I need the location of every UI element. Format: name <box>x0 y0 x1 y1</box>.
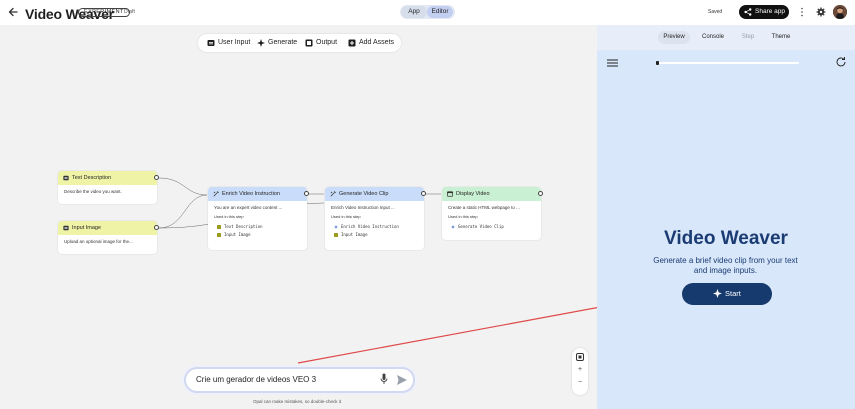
input-chip: Input Image <box>208 231 307 239</box>
node-description: Describe the video you want. <box>64 189 122 194</box>
text-description-node[interactable]: Text Description Describe the video you … <box>58 171 159 204</box>
input-chip: Enrich Video Instruction <box>325 223 424 231</box>
output-port[interactable] <box>538 191 543 196</box>
input-icon <box>63 175 69 181</box>
node-header: Enrich Video Instruction <box>208 187 307 201</box>
input-chip: Generate Video Clip <box>442 223 541 231</box>
output-port[interactable] <box>154 175 159 180</box>
node-description: You are an expert video content ... <box>214 205 283 210</box>
progress-indicator <box>656 61 659 65</box>
add-assets-label: Add Assets <box>359 39 395 46</box>
flow-canvas[interactable]: User Input Generate Output Add Assets Te… <box>0 25 597 409</box>
input-icon <box>217 233 221 237</box>
app-mode-button[interactable]: App <box>401 6 427 18</box>
input-image-node[interactable]: Input Image Upload an optional image for… <box>58 221 159 254</box>
sparkle-icon <box>257 39 265 47</box>
output-port[interactable] <box>154 225 159 230</box>
progress-bar <box>656 61 799 65</box>
input-chip: Input Image <box>325 231 424 239</box>
microphone-icon[interactable] <box>380 373 388 385</box>
menu-icon[interactable] <box>607 59 618 67</box>
node-description: Upload an optional image for the... <box>64 239 133 244</box>
node-title: Text Description <box>72 175 112 181</box>
input-icon <box>207 40 215 46</box>
input-icon <box>334 233 338 237</box>
node-title: Display Video <box>456 191 490 197</box>
enrich-video-instruction-node[interactable]: Enrich Video Instruction You are an expe… <box>208 187 309 250</box>
node-header: Input Image <box>58 221 157 235</box>
share-label: Share app <box>755 8 785 15</box>
mode-switch: App Editor <box>400 5 455 19</box>
node-header: Display Video <box>442 187 541 201</box>
zoom-out-button[interactable]: − <box>572 379 588 386</box>
add-assets-button[interactable]: Add Assets <box>348 34 394 52</box>
sparkle-pen-icon <box>213 191 219 197</box>
app-subtitle: Generate a brief video clip from your te… <box>653 256 798 275</box>
sparkle-icon <box>451 225 455 229</box>
saved-status: Saved <box>708 9 723 15</box>
editor-mode-button[interactable]: Editor <box>427 6 453 18</box>
sparkle-pen-icon <box>330 191 336 197</box>
disclaimer-text: Opal can make mistakes, so double-check … <box>253 399 342 404</box>
tab-step[interactable]: Step <box>734 31 762 44</box>
node-toolbar: User Input Generate Output Add Assets <box>198 34 401 52</box>
prompt-input[interactable]: Crie um gerador de videos VEO 3 <box>184 367 415 393</box>
generate-button[interactable]: Generate <box>257 34 297 52</box>
settings-gear-icon[interactable] <box>816 7 826 17</box>
output-port[interactable] <box>304 191 309 196</box>
input-icon <box>217 225 221 229</box>
node-description: Enrich Video Instruction Input ... <box>331 205 395 210</box>
generate-video-clip-node[interactable]: Generate Video Clip Enrich Video Instruc… <box>325 187 426 250</box>
more-options-icon[interactable] <box>799 7 805 17</box>
app-heading: Video Weaver <box>664 228 788 249</box>
fit-view-icon[interactable] <box>576 353 584 361</box>
start-button[interactable]: Start <box>682 283 772 305</box>
share-icon <box>744 8 752 16</box>
top-bar: Video Weaver EXPERIMENT Draft App Editor… <box>0 0 855 25</box>
output-icon <box>305 39 313 47</box>
send-icon[interactable] <box>396 374 408 386</box>
display-video-node[interactable]: Display Video Create a static HTML webpa… <box>442 187 543 240</box>
start-label: Start <box>725 289 741 298</box>
zoom-in-button[interactable]: + <box>572 366 588 373</box>
sparkle-icon <box>713 289 722 298</box>
annotation-arrow <box>297 307 597 364</box>
experiment-badge: EXPERIMENT <box>78 8 130 17</box>
app-preview: Video Weaver Generate a brief video clip… <box>597 50 855 409</box>
display-icon <box>447 191 453 197</box>
tab-preview[interactable]: Preview <box>658 31 690 44</box>
user-input-button[interactable]: User Input <box>207 34 250 52</box>
add-assets-icon <box>348 39 356 47</box>
prompt-text[interactable]: Crie um gerador de videos VEO 3 <box>196 375 316 384</box>
output-port[interactable] <box>421 191 426 196</box>
share-app-button[interactable]: Share app <box>739 5 789 19</box>
zoom-controls: + − <box>572 348 588 395</box>
node-title: Input Image <box>72 225 102 231</box>
refresh-icon[interactable] <box>835 56 847 68</box>
tab-theme[interactable]: Theme <box>765 31 797 44</box>
generate-label: Generate <box>268 39 298 46</box>
node-header: Text Description <box>58 171 157 185</box>
preview-panel: Preview Console Step Theme Video Weaver … <box>597 25 855 409</box>
user-input-label: User Input <box>218 39 251 46</box>
user-avatar[interactable] <box>833 5 847 19</box>
output-button[interactable]: Output <box>305 34 337 52</box>
node-description: Create a static HTML webpage to ... <box>448 205 520 210</box>
node-title: Generate Video Clip <box>339 191 389 197</box>
input-icon <box>63 225 69 231</box>
tab-console[interactable]: Console <box>697 31 729 44</box>
back-arrow-icon[interactable] <box>7 6 19 18</box>
node-title: Enrich Video Instruction <box>222 191 280 197</box>
sparkle-icon <box>334 225 338 229</box>
output-label: Output <box>316 39 338 46</box>
node-header: Generate Video Clip <box>325 187 424 201</box>
input-chip: Text Description <box>208 223 307 231</box>
draft-status: Draft <box>124 9 135 15</box>
